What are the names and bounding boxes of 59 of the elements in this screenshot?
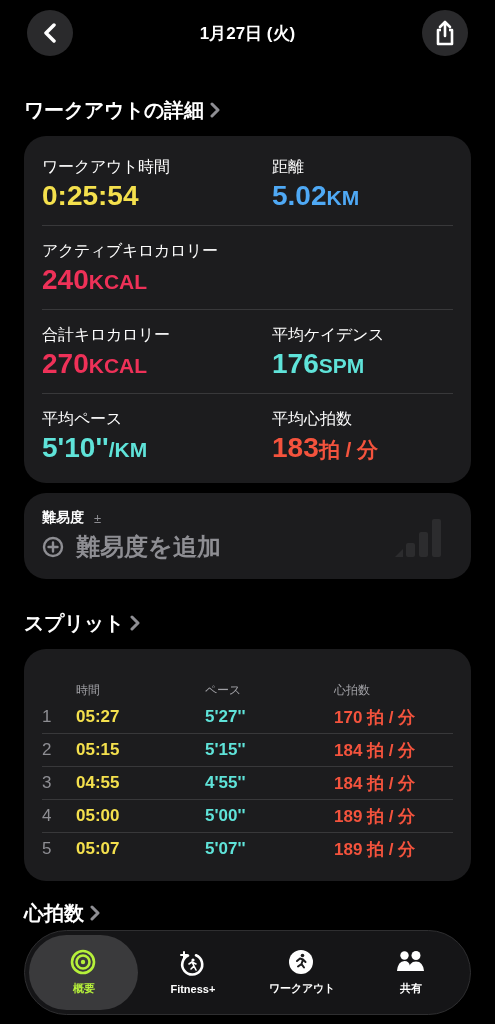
split-number: 5 (42, 839, 53, 859)
page-title: 1月27日 (火) (199, 22, 296, 45)
split-time: 04:55 (76, 773, 121, 793)
metric-label: 平均ペース (42, 409, 123, 429)
split-pace: 5'15'' (205, 740, 247, 760)
split-number: 3 (42, 773, 53, 793)
metric-value: 183拍 / 分 (272, 432, 380, 464)
split-heart-rate: 189 拍 / 分 (334, 838, 417, 861)
section-title[interactable]: ワークアウトの詳細 (24, 96, 204, 124)
split-pace: 5'07'' (205, 839, 247, 859)
metric-value: 176SPM (272, 348, 366, 380)
metric-label: ワークアウト時間 (42, 157, 171, 177)
split-heart-rate: 189 拍 / 分 (334, 805, 417, 828)
back-icon (43, 23, 57, 43)
metric-label: アクティブキロカロリー (42, 241, 219, 261)
metric-value: 5'10''/KM (42, 432, 149, 464)
chevron-icon (130, 615, 140, 631)
difficulty-card[interactable]: 難易度 ± 難易度を追加 (24, 493, 471, 579)
metric-label: 合計キロカロリー (42, 325, 171, 345)
split-heart-rate: 184 拍 / 分 (334, 772, 417, 795)
split-time: 05:00 (76, 806, 121, 826)
split-heart-rate: 184 拍 / 分 (334, 739, 417, 762)
split-number: 4 (42, 806, 53, 826)
metric-value: 5.02KM (272, 180, 361, 212)
split-time: 05:27 (76, 707, 121, 727)
runner-timer-icon (178, 950, 207, 977)
chevron-icon (90, 905, 100, 921)
metric-value: 270KCAL (42, 348, 149, 380)
metric-value: 0:25:54 (42, 180, 140, 212)
split-number: 1 (42, 707, 53, 727)
difficulty-label: 難易度 (42, 509, 84, 527)
split-pace: 5'27'' (205, 707, 247, 727)
split-time: 05:07 (76, 839, 121, 859)
metric-label: 平均心拍数 (272, 409, 353, 429)
share-button[interactable] (422, 10, 468, 56)
section-title[interactable]: スプリット (24, 609, 124, 637)
column-header: 時間 (76, 681, 101, 699)
rings-icon (69, 949, 98, 975)
metric-label: 平均ケイデンス (272, 325, 385, 345)
tab[interactable]: ワークアウト (247, 935, 357, 1010)
split-number: 2 (42, 740, 53, 760)
split-heart-rate: 170 拍 / 分 (334, 706, 417, 729)
tab[interactable]: 概要 (29, 935, 139, 1010)
add-icon (42, 536, 64, 558)
tab[interactable]: 共有 (356, 935, 466, 1010)
split-pace: 4'55'' (205, 773, 247, 793)
section-title[interactable]: 心拍数 (24, 899, 84, 927)
column-header: 心拍数 (334, 681, 371, 699)
back-button[interactable] (27, 10, 73, 56)
add-difficulty-link[interactable]: 難易度を追加 (76, 531, 221, 563)
split-pace: 5'00'' (205, 806, 247, 826)
metric-value: 240KCAL (42, 264, 149, 296)
chevron-icon (210, 102, 220, 118)
split-time: 05:15 (76, 740, 121, 760)
plus-minus-mark: ± (94, 510, 102, 526)
column-header: ペース (205, 681, 242, 699)
share-icon (434, 20, 456, 46)
metric-label: 距離 (272, 157, 305, 177)
tab[interactable]: Fitness+ (138, 935, 248, 1010)
